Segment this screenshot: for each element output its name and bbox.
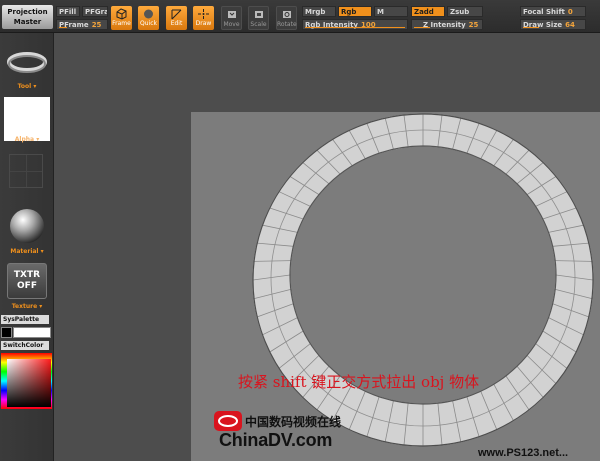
watermark-cn-text: 中国数码视频在线 [245,414,342,429]
watermark-site2-text: www.PS123.net... [478,447,569,459]
instruction-caption: 按紧 shift 键正交方式拉出 obj 物体 [238,373,480,391]
watermark-site-text: ChinaDV.com [219,430,333,450]
